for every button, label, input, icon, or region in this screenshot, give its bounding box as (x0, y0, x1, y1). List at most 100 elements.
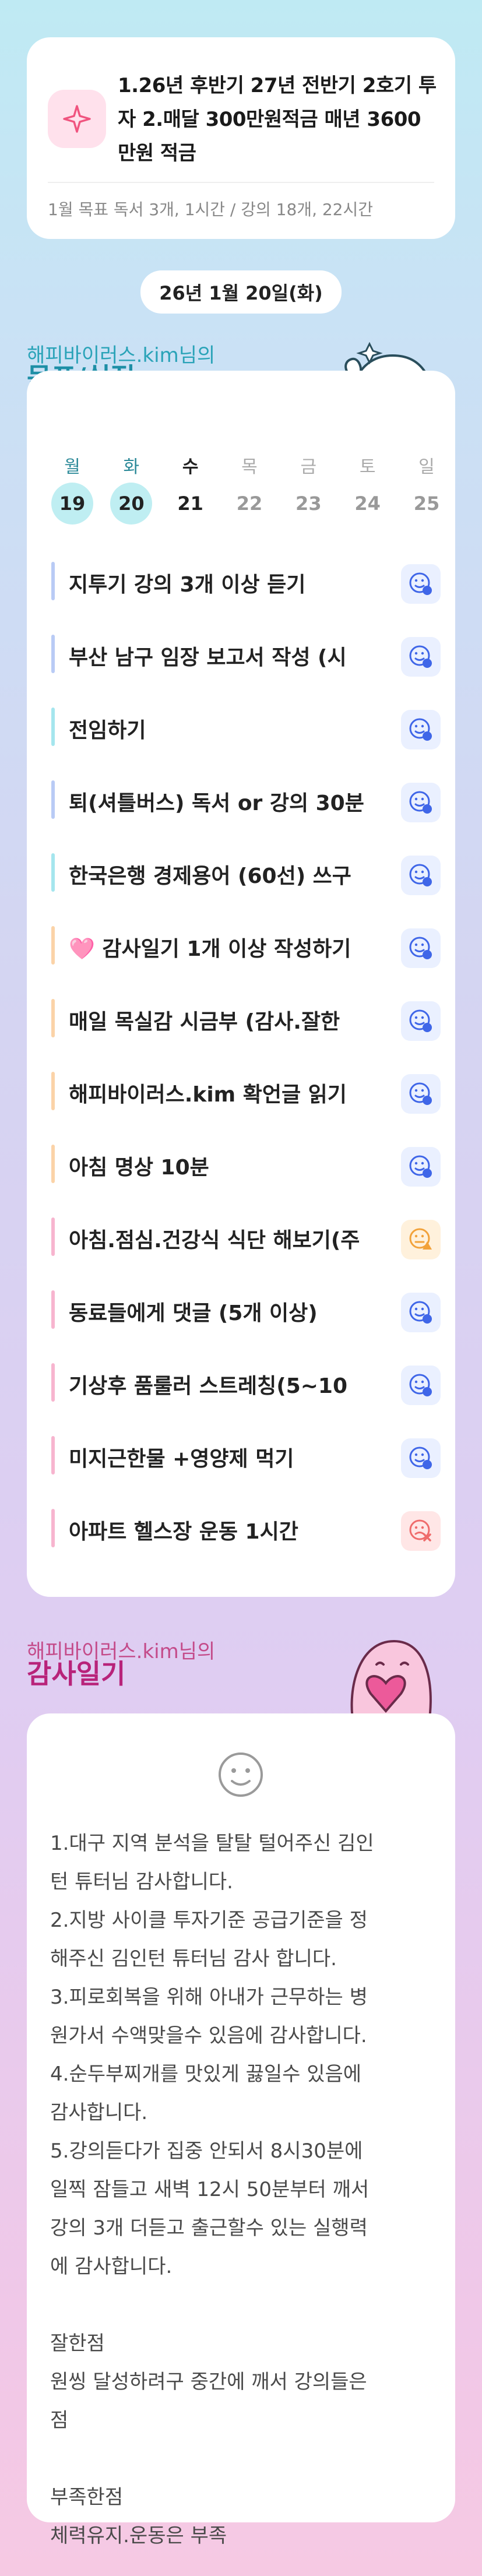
gratitude-line: 에 감사합니다. (50, 2255, 173, 2278)
gratitude-line: 체력유지.운동은 부족 (50, 2524, 227, 2547)
gratitude-line: 원씽 달성하려구 중간에 깨서 강의들은 (50, 2370, 367, 2394)
weekday-label: 일 (418, 457, 435, 477)
task-status-pending-icon[interactable] (401, 1438, 441, 1478)
task-status-pending-icon[interactable] (401, 1001, 441, 1041)
date-number: 24 (354, 492, 381, 515)
task-label: 아파트 헬스장 운동 1시간 (69, 1520, 298, 1544)
task-color-bar (51, 853, 55, 892)
task-status-pending-icon[interactable] (401, 710, 441, 749)
gratitude-line: 강의 3개 더듣고 출근할수 있는 실행력 (50, 2216, 368, 2240)
task-label: 미지근한물 +영양제 먹기 (69, 1447, 294, 1471)
task-color-bar (51, 1217, 55, 1256)
task-item[interactable]: 아침.점심.건강식 식단 해보기(주 (51, 1213, 441, 1261)
task-item[interactable]: 전임하기 (51, 703, 441, 751)
task-color-bar (51, 635, 55, 673)
task-color-bar (51, 999, 55, 1037)
task-status-pending-icon[interactable] (401, 856, 441, 895)
calendar-day[interactable]: 일 25 (406, 452, 448, 525)
gratitude-line (50, 2440, 435, 2478)
gratitude-section-title: 감사일기 (27, 1658, 126, 1690)
smile-icon (219, 1752, 263, 1797)
task-label: 퇴(셔틀버스) 독서 or 강의 30분 (69, 791, 364, 815)
gratitude-line: 3.피로회복을 위해 아내가 근무하는 병 (50, 1986, 368, 2009)
task-item[interactable]: 동료들에게 댓글 (5개 이상) (51, 1286, 441, 1333)
calendar-day[interactable]: 화 20 (110, 452, 153, 525)
task-color-bar (51, 1145, 55, 1183)
goal-subtitle: 1월 목표 독서 3개, 1시간 / 강의 18개, 22시간 (48, 200, 374, 219)
task-item[interactable]: 해피바이러스.kim 확언글 읽기 (51, 1067, 441, 1115)
gratitude-line: 원가서 수액맞을수 있음에 감사합니다. (50, 2024, 367, 2047)
task-item[interactable]: 아파트 헬스장 운동 1시간 (51, 1504, 441, 1552)
gratitude-line: 1.대구 지역 분석을 탈탈 털어주신 김인 (50, 1832, 374, 1855)
task-status-pending-icon[interactable] (401, 1293, 441, 1332)
divider (48, 182, 434, 183)
date-number: 23 (295, 492, 322, 515)
calendar-day[interactable]: 월 19 (51, 452, 93, 525)
task-color-bar (51, 1363, 55, 1402)
task-item[interactable]: 부산 남구 임장 보고서 작성 (시 (51, 630, 441, 678)
date-number: 20 (110, 483, 153, 525)
weekday-label: 수 (182, 457, 199, 477)
task-color-bar (51, 1290, 55, 1329)
weekday-label: 화 (123, 457, 140, 477)
calendar-day[interactable]: 수 21 (170, 452, 212, 525)
weekday-label: 월 (64, 457, 80, 477)
gratitude-line: 감사합니다. (50, 2101, 148, 2124)
task-item[interactable]: 🩷 감사일기 1개 이상 작성하기 (51, 921, 441, 969)
date-number: 19 (51, 483, 93, 525)
task-item[interactable]: 퇴(셔틀버스) 독서 or 강의 30분 (51, 776, 441, 824)
calendar-day[interactable]: 목 22 (228, 452, 270, 525)
gratitude-line: 잘한점 (50, 2332, 105, 2355)
task-color-bar (51, 562, 55, 600)
task-color-bar (51, 1509, 55, 1547)
task-item[interactable]: 미지근한물 +영양제 먹기 (51, 1431, 441, 1479)
task-label: 🩷 감사일기 1개 이상 작성하기 (69, 937, 351, 961)
task-label: 아침 명상 10분 (69, 1156, 209, 1180)
heart-character-icon (350, 1639, 432, 1723)
weekday-label: 목 (241, 457, 258, 477)
task-status-pending-icon[interactable] (401, 1366, 441, 1405)
task-item[interactable]: 한국은행 경제용어 (60선) 쓰구 (51, 849, 441, 896)
task-status-failed-icon[interactable] (401, 1511, 441, 1551)
sparkle-icon (48, 90, 106, 148)
current-date: 26년 1월 20일(화) (140, 270, 342, 314)
gratitude-text: 1.대구 지역 분석을 탈탈 털어주신 김인턴 튜터님 감사합니다. 2.지방 사… (50, 1824, 435, 2555)
gratitude-line: 부족한점 (50, 2486, 124, 2509)
gratitude-line: 2.지방 사이클 투자기준 공급기준을 정 (50, 1909, 368, 1932)
gratitude-line: 일찍 잠들고 새벽 12시 50분부터 깨서 (50, 2178, 370, 2201)
task-item[interactable]: 지투기 강의 3개 이상 듣기 (51, 557, 441, 605)
task-item[interactable]: 아침 명상 10분 (51, 1140, 441, 1188)
task-label: 부산 남구 임장 보고서 작성 (시 (69, 646, 347, 670)
task-status-pending-icon[interactable] (401, 637, 441, 677)
goal-card[interactable]: 1.26년 후반기 27년 전반기 2호기 투자 2.매달 300만원적금 매년… (27, 37, 455, 239)
task-label: 해피바이러스.kim 확언글 읽기 (69, 1083, 347, 1107)
task-status-warning-icon[interactable] (401, 1220, 441, 1259)
task-label: 아침.점심.건강식 식단 해보기(주 (69, 1229, 360, 1252)
gratitude-card[interactable]: 1.대구 지역 분석을 탈탈 털어주신 김인턴 튜터님 감사합니다. 2.지방 사… (27, 1713, 455, 2547)
task-label: 전임하기 (69, 719, 146, 742)
gratitude-line: 점 (50, 2409, 69, 2432)
weekday-label: 금 (300, 457, 317, 477)
task-color-bar (51, 708, 55, 746)
task-status-pending-icon[interactable] (401, 564, 441, 604)
gratitude-line: 4.순두부찌개를 맛있게 끓일수 있음에 (50, 2063, 362, 2086)
task-item[interactable]: 기상후 품룰러 스트레칭(5~10 (51, 1359, 441, 1406)
date-number: 25 (413, 492, 440, 515)
calendar-day[interactable]: 금 23 (287, 452, 329, 525)
task-color-bar (51, 1072, 55, 1110)
task-color-bar (51, 1436, 55, 1474)
task-status-pending-icon[interactable] (401, 928, 441, 968)
task-label: 지투기 강의 3개 이상 듣기 (69, 573, 306, 597)
date-number: 22 (236, 492, 263, 515)
task-label: 동료들에게 댓글 (5개 이상) (69, 1301, 318, 1325)
task-color-bar (51, 926, 55, 965)
task-status-pending-icon[interactable] (401, 783, 441, 822)
gratitude-line: 5.강의듣다가 집중 안되서 8시30분에 (50, 2139, 363, 2163)
task-color-bar (51, 780, 55, 819)
task-status-pending-icon[interactable] (401, 1147, 441, 1187)
calendar-day[interactable]: 토 24 (347, 452, 389, 525)
gratitude-line: 턴 튜터님 감사합니다. (50, 1870, 233, 1894)
task-item[interactable]: 매일 목실감 시금부 (감사.잘한 (51, 994, 441, 1042)
gratitude-line: 해주신 김인턴 튜터님 감사 합니다. (50, 1947, 337, 1970)
task-status-pending-icon[interactable] (401, 1074, 441, 1114)
